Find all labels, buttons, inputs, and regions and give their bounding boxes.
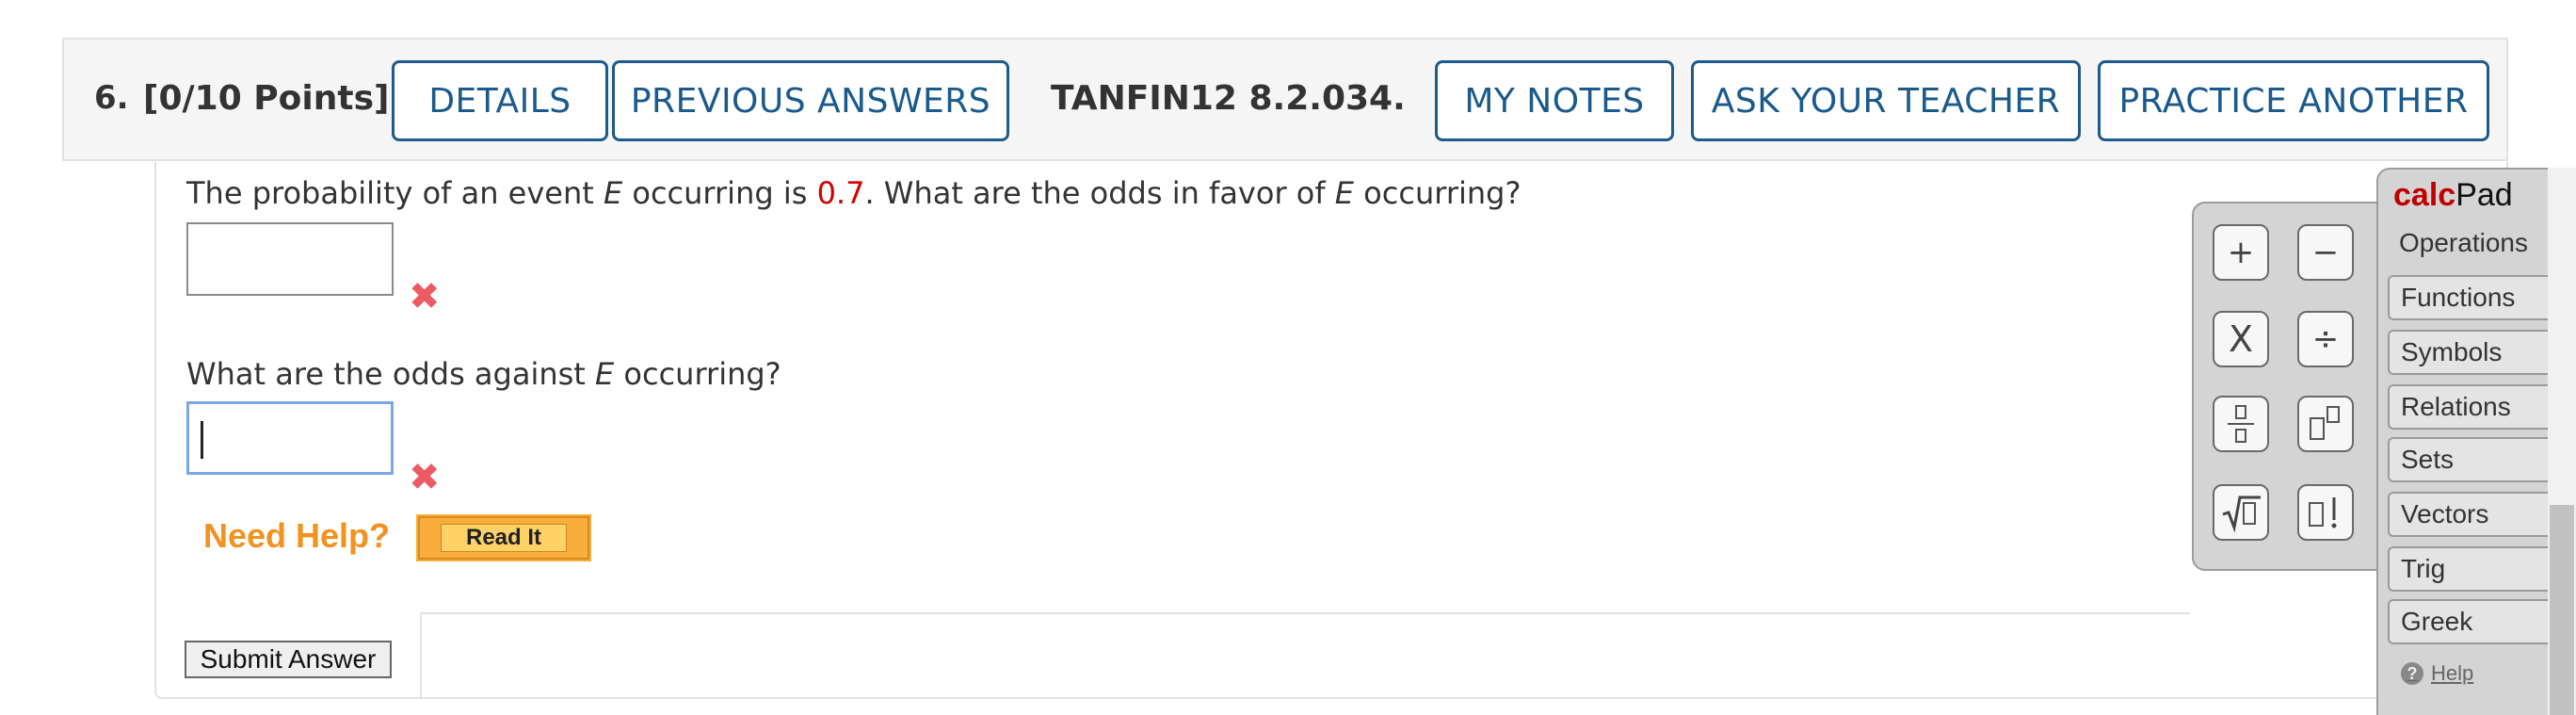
calcpad-title: calcPad (2393, 177, 2513, 213)
tab-greek[interactable]: Greek (2388, 599, 2548, 644)
incorrect-x-icon: ✖ (409, 275, 441, 318)
tab-relations[interactable]: Relations (2388, 384, 2548, 430)
question-points: [0/10 Points] (143, 79, 390, 118)
submit-divider (420, 612, 2190, 614)
question-number: 6. (94, 79, 129, 117)
question-2-text: What are the odds against E occurring? (186, 356, 781, 392)
tab-sets[interactable]: Sets (2388, 437, 2548, 482)
tab-functions[interactable]: Functions (2388, 275, 2548, 320)
exponent-key[interactable] (2297, 396, 2354, 452)
tab-symbols[interactable]: Symbols (2388, 330, 2548, 375)
calcpad-help-link[interactable]: ? Help (2401, 661, 2473, 686)
tab-vectors[interactable]: Vectors (2388, 492, 2548, 537)
divide-key[interactable]: ÷ (2297, 311, 2354, 367)
read-it-label: Read It (440, 524, 567, 552)
fraction-icon (2228, 405, 2254, 443)
calcpad-help-label: Help (2431, 661, 2474, 685)
probability-value: 0.7 (816, 175, 865, 211)
odds-against-input[interactable] (186, 401, 394, 475)
question-1-text: The probability of an event E occurring … (186, 175, 1521, 211)
details-button[interactable]: DETAILS (392, 60, 608, 141)
multiply-key[interactable]: X (2213, 311, 2269, 367)
plus-key[interactable]: + (2213, 224, 2269, 281)
minus-key[interactable]: − (2297, 224, 2354, 281)
read-it-button[interactable]: Read It (416, 514, 591, 561)
tab-operations[interactable]: Operations (2388, 220, 2548, 266)
my-notes-button[interactable]: MY NOTES (1435, 60, 1674, 141)
practice-another-button[interactable]: PRACTICE ANOTHER (2098, 60, 2489, 141)
submit-divider-vertical (420, 612, 422, 699)
scrollbar-thumb[interactable] (2550, 505, 2574, 715)
text-caret (201, 421, 203, 459)
ask-your-teacher-button[interactable]: ASK YOUR TEACHER (1691, 60, 2081, 141)
question-code: TANFIN12 8.2.034. (1051, 79, 1406, 118)
factorial-icon (2309, 497, 2337, 528)
help-icon: ? (2401, 662, 2423, 685)
question-body (154, 162, 2508, 699)
tab-trig[interactable]: Trig (2388, 546, 2548, 592)
submit-answer-button[interactable]: Submit Answer (185, 641, 392, 678)
square-root-icon (2222, 496, 2261, 533)
odds-in-favor-input[interactable] (186, 222, 394, 296)
incorrect-x-icon: ✖ (409, 456, 441, 499)
factorial-key[interactable] (2297, 484, 2354, 541)
exponent-icon (2310, 406, 2340, 440)
fraction-key[interactable] (2213, 396, 2269, 452)
square-root-key[interactable] (2213, 484, 2269, 541)
need-help-label: Need Help? (203, 516, 391, 555)
previous-answers-button[interactable]: PREVIOUS ANSWERS (612, 60, 1009, 141)
